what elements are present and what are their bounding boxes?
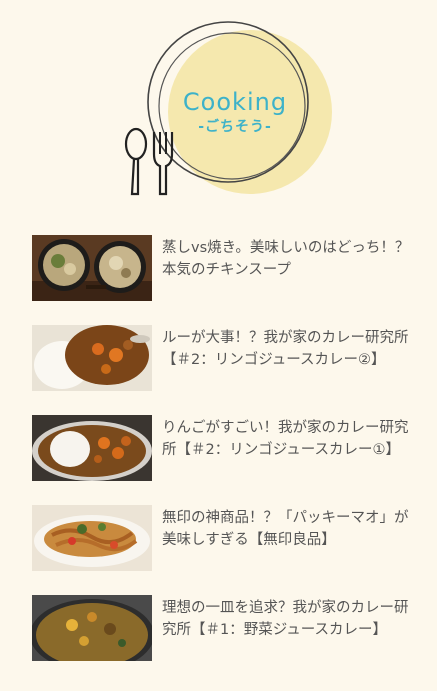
article-title[interactable]: 無印の神商品！？「パッキーマオ」が美味しすぎる【無印良品】 <box>162 507 412 551</box>
article-item[interactable]: ルーが大事！？我が家のカレー研究所【＃2：リンゴジュースカレー②】 <box>32 325 422 391</box>
article-item[interactable]: 蒸しvs焼き。美味しいのはどっち！？本気のチキンスープ <box>32 235 422 301</box>
curry-rice-photo[interactable] <box>32 415 152 481</box>
article-title[interactable]: 蒸しvs焼き。美味しいのはどっち！？本気のチキンスープ <box>162 237 412 281</box>
article-list: 蒸しvs焼き。美味しいのはどっち！？本気のチキンスープ ルーが大事！？我が家のカ… <box>32 235 422 685</box>
article-item[interactable]: 無印の神商品！？「パッキーマオ」が美味しすぎる【無印良品】 <box>32 505 422 571</box>
noodle-dish-photo[interactable] <box>32 505 152 571</box>
article-item[interactable]: りんごがすごい！我が家のカレー研究所【＃2：リンゴジュースカレー①】 <box>32 415 422 481</box>
article-title[interactable]: ルーが大事！？我が家のカレー研究所【＃2：リンゴジュースカレー②】 <box>162 327 412 371</box>
logo-subtitle: -ごちそう- <box>198 119 272 135</box>
article-title[interactable]: りんごがすごい！我が家のカレー研究所【＃2：リンゴジュースカレー①】 <box>162 417 412 461</box>
chicken-soup-photo[interactable] <box>32 235 152 301</box>
article-item[interactable]: 理想の一皿を追求？我が家のカレー研究所【＃1：野菜ジュースカレー】 <box>32 595 422 661</box>
article-title[interactable]: 理想の一皿を追求？我が家のカレー研究所【＃1：野菜ジュースカレー】 <box>162 597 412 641</box>
logo-title: Cooking <box>182 88 288 116</box>
cooking-logo[interactable]: Cooking -ごちそう- <box>118 14 338 204</box>
curry-photo[interactable] <box>32 325 152 391</box>
vegetable-curry-photo[interactable] <box>32 595 152 661</box>
